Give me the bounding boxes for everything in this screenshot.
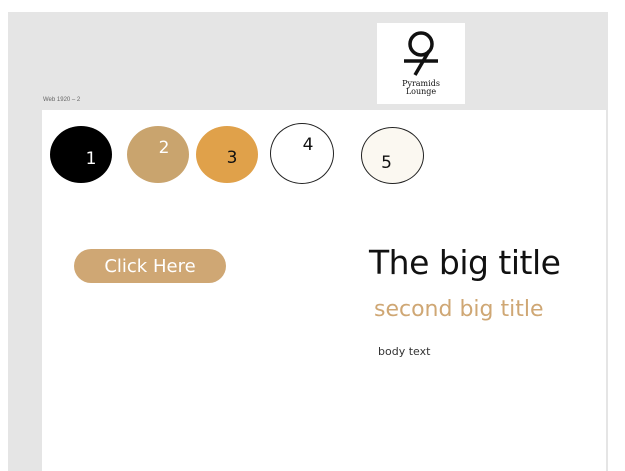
page-subtitle: second big title [374,297,544,322]
body-text: body text [378,345,431,358]
frame-label: Web 1920 – 2 [43,97,81,103]
click-here-button[interactable]: Click Here [74,249,226,283]
pyramids-lounge-logo-icon [404,31,438,76]
logo: Pyramids Lounge [377,23,465,104]
circle-button-1[interactable]: 1 [50,126,112,183]
page-title: The big title [369,243,561,282]
circle-button-3[interactable]: 3 [196,126,258,183]
circle-button-2[interactable]: 2 [127,126,189,183]
circle-button-5[interactable]: 5 [361,127,424,184]
circle-button-4[interactable]: 4 [270,123,334,184]
logo-text-line-2: Lounge [405,87,437,96]
